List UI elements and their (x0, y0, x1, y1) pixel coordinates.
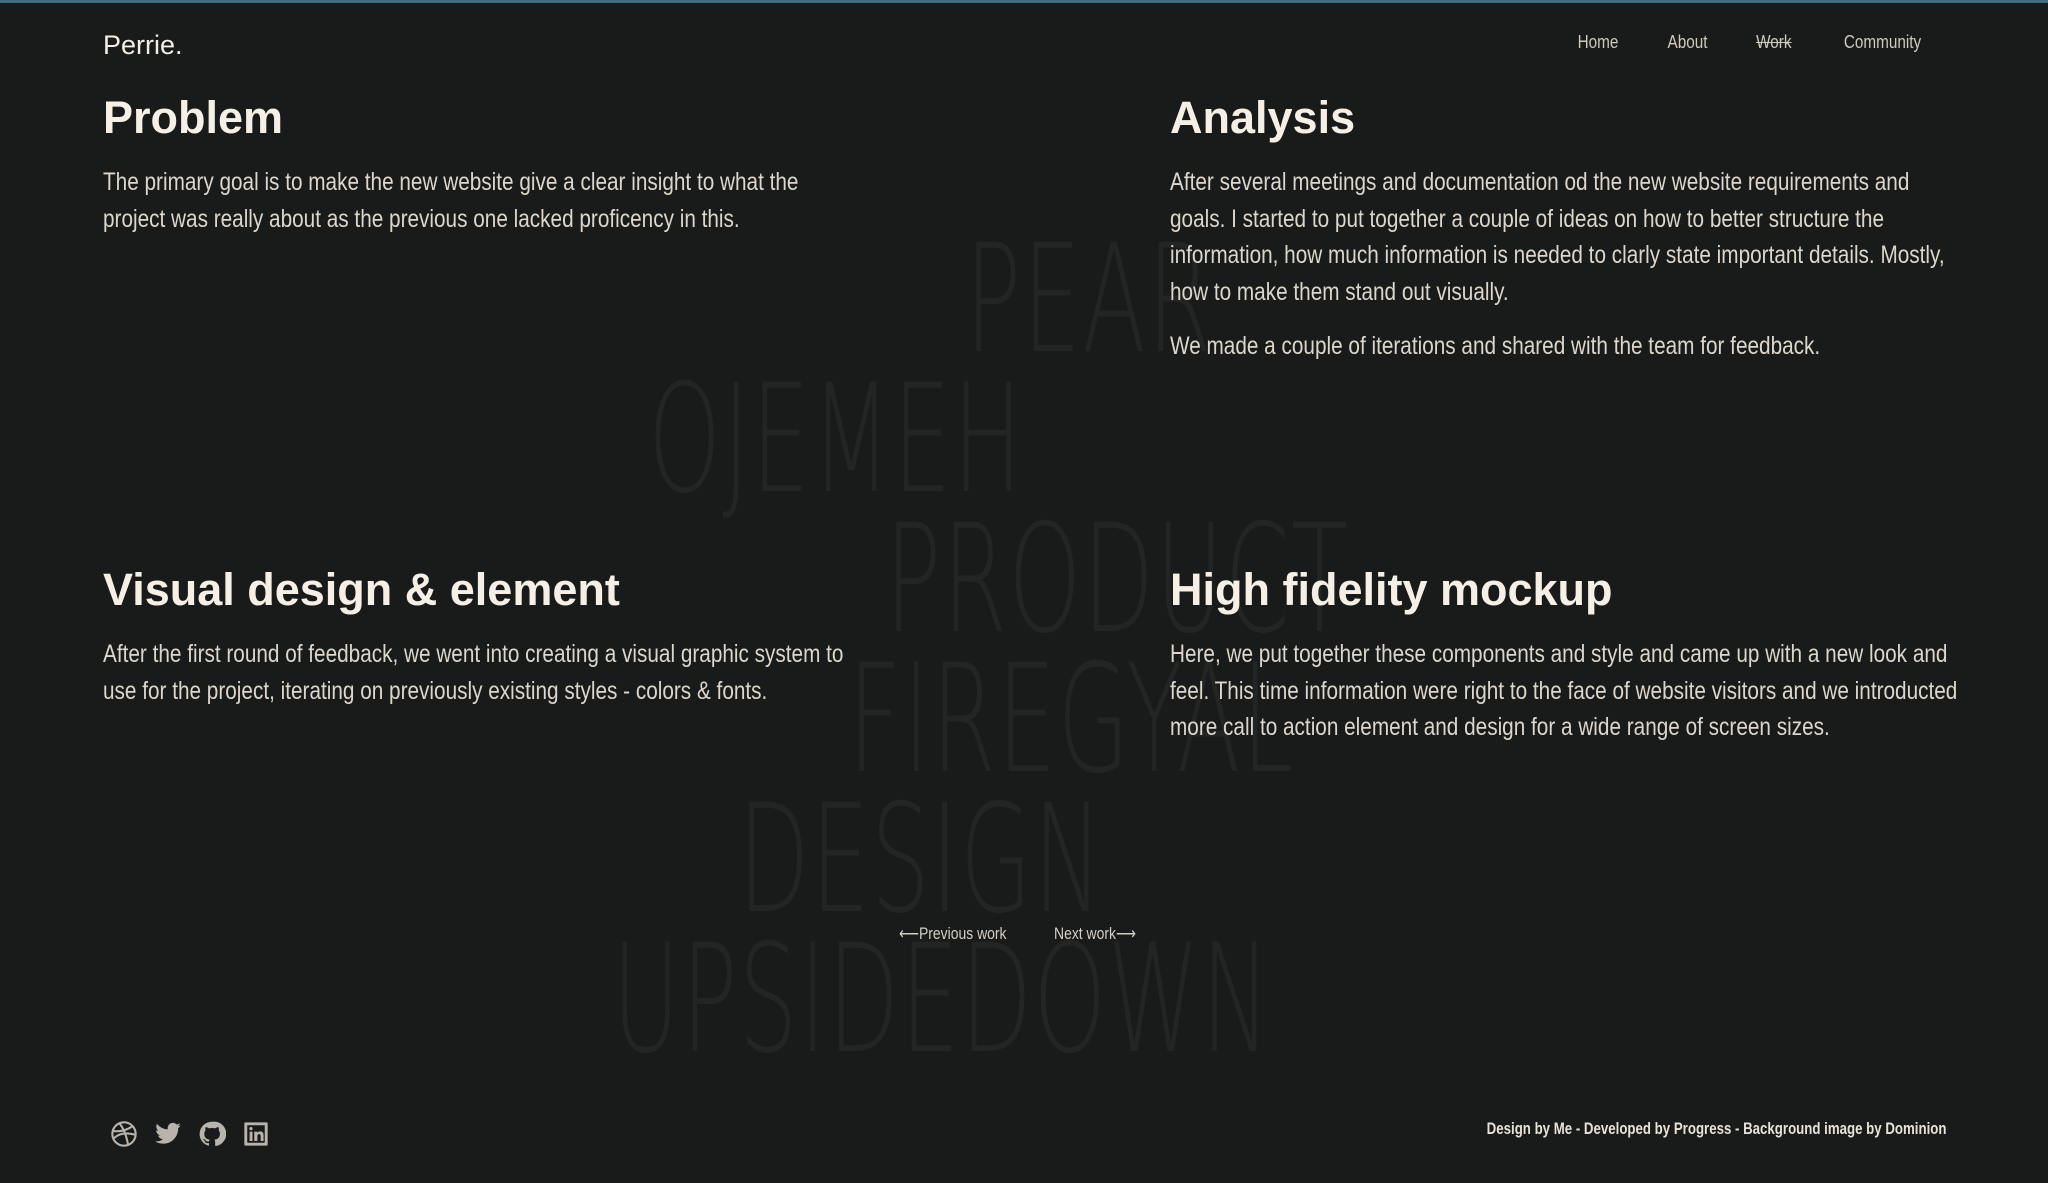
visual-design-section: Visual design & element After the first … (103, 564, 963, 709)
nav-home-link[interactable]: Home (1578, 32, 1619, 53)
background-word: DESIGN (738, 773, 1104, 947)
footer-credits: Design by Me - Developed by Progress - B… (1486, 1119, 1946, 1138)
nav-community-link[interactable]: Community (1844, 32, 1921, 53)
problem-heading: Problem (103, 92, 284, 143)
next-work-link[interactable]: Next work⟶ (1054, 924, 1136, 944)
brand-dot: . (175, 30, 183, 60)
visual-design-heading: Visual design & element (103, 564, 620, 615)
nav-work-link[interactable]: Work (1756, 32, 1791, 53)
linkedin-icon[interactable] (242, 1120, 270, 1148)
previous-work-link[interactable]: ⟵Previous work (899, 924, 1007, 944)
mockup-text: Here, we put together these components a… (1170, 640, 1958, 741)
main-nav: Home About Work Community (1574, 32, 1928, 53)
background-word: UPSIDEDOWN (612, 913, 1272, 1087)
mockup-heading: High fidelity mockup (1170, 564, 1613, 615)
dribbble-icon[interactable] (110, 1120, 138, 1148)
visual-design-text: After the first round of feedback, we we… (103, 640, 844, 705)
mockup-section: High fidelity mockup Here, we put togeth… (1170, 564, 1980, 746)
github-icon[interactable] (198, 1120, 226, 1148)
background-word: OJEMEH (648, 353, 1024, 527)
twitter-icon[interactable] (154, 1120, 182, 1148)
analysis-heading: Analysis (1170, 92, 1356, 143)
nav-about-link[interactable]: About (1668, 32, 1708, 53)
analysis-text-2: We made a couple of iterations and share… (1170, 332, 1821, 360)
analysis-section: Analysis After several meetings and docu… (1170, 92, 1980, 365)
social-links (110, 1120, 270, 1148)
top-accent-line (0, 0, 2048, 3)
brand-logo[interactable]: Perrie. (103, 30, 183, 61)
problem-text: The primary goal is to make the new webs… (103, 168, 799, 233)
analysis-text: After several meetings and documentation… (1170, 168, 1945, 306)
brand-name: Perrie (103, 30, 176, 60)
problem-section: Problem The primary goal is to make the … (103, 92, 863, 237)
